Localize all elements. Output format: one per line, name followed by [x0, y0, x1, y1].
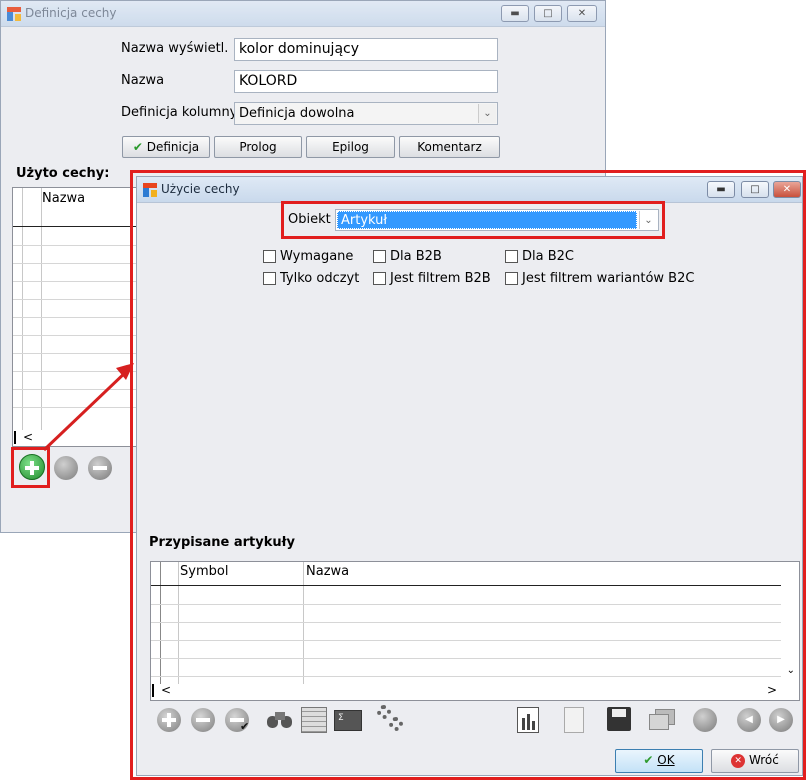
minimize-icon: ▬ [510, 8, 520, 19]
edit-icon[interactable] [54, 456, 78, 480]
remove-icon[interactable] [88, 456, 112, 480]
chevron-down-icon: ⌄ [478, 104, 496, 123]
minimize-button[interactable]: ▬ [501, 5, 529, 22]
maximize-icon: □ [543, 8, 553, 19]
display-name-field[interactable]: kolor dominujący [234, 38, 498, 61]
used-label: Użyto cechy: [16, 166, 110, 181]
maximize-button[interactable]: □ [534, 5, 562, 22]
definicja-button[interactable]: ✔ Definicja [122, 136, 210, 158]
object-highlight [281, 201, 665, 239]
column-def-label: Definicja kolumny [121, 105, 238, 120]
name-field[interactable]: KOLORD [234, 70, 498, 93]
display-name-label: Nazwa wyświetl. [121, 41, 229, 56]
app-icon [7, 7, 21, 21]
prolog-button[interactable]: Prolog [214, 136, 302, 158]
epilog-button[interactable]: Epilog [306, 136, 395, 158]
back-titlebar[interactable]: Definicja cechy ▬ □ ✕ [1, 1, 605, 27]
checkmark-icon: ✔ [132, 140, 143, 154]
column-def-select[interactable]: Definicja dowolna ⌄ [234, 102, 498, 125]
scroll-left-arrow[interactable]: < [23, 430, 33, 444]
name-label: Nazwa [121, 73, 165, 88]
definicja-label: Definicja [146, 140, 200, 154]
column-def-value: Definicja dowolna [239, 106, 355, 121]
front-window-highlight [130, 170, 806, 780]
used-grid[interactable]: Nazwa < [12, 187, 137, 447]
add-button-highlight [11, 447, 50, 488]
back-window-title: Definicja cechy [25, 6, 117, 20]
grid-header-name: Nazwa [42, 191, 86, 206]
close-icon: ✕ [577, 8, 587, 19]
komentarz-button[interactable]: Komentarz [399, 136, 500, 158]
close-button[interactable]: ✕ [567, 5, 597, 22]
